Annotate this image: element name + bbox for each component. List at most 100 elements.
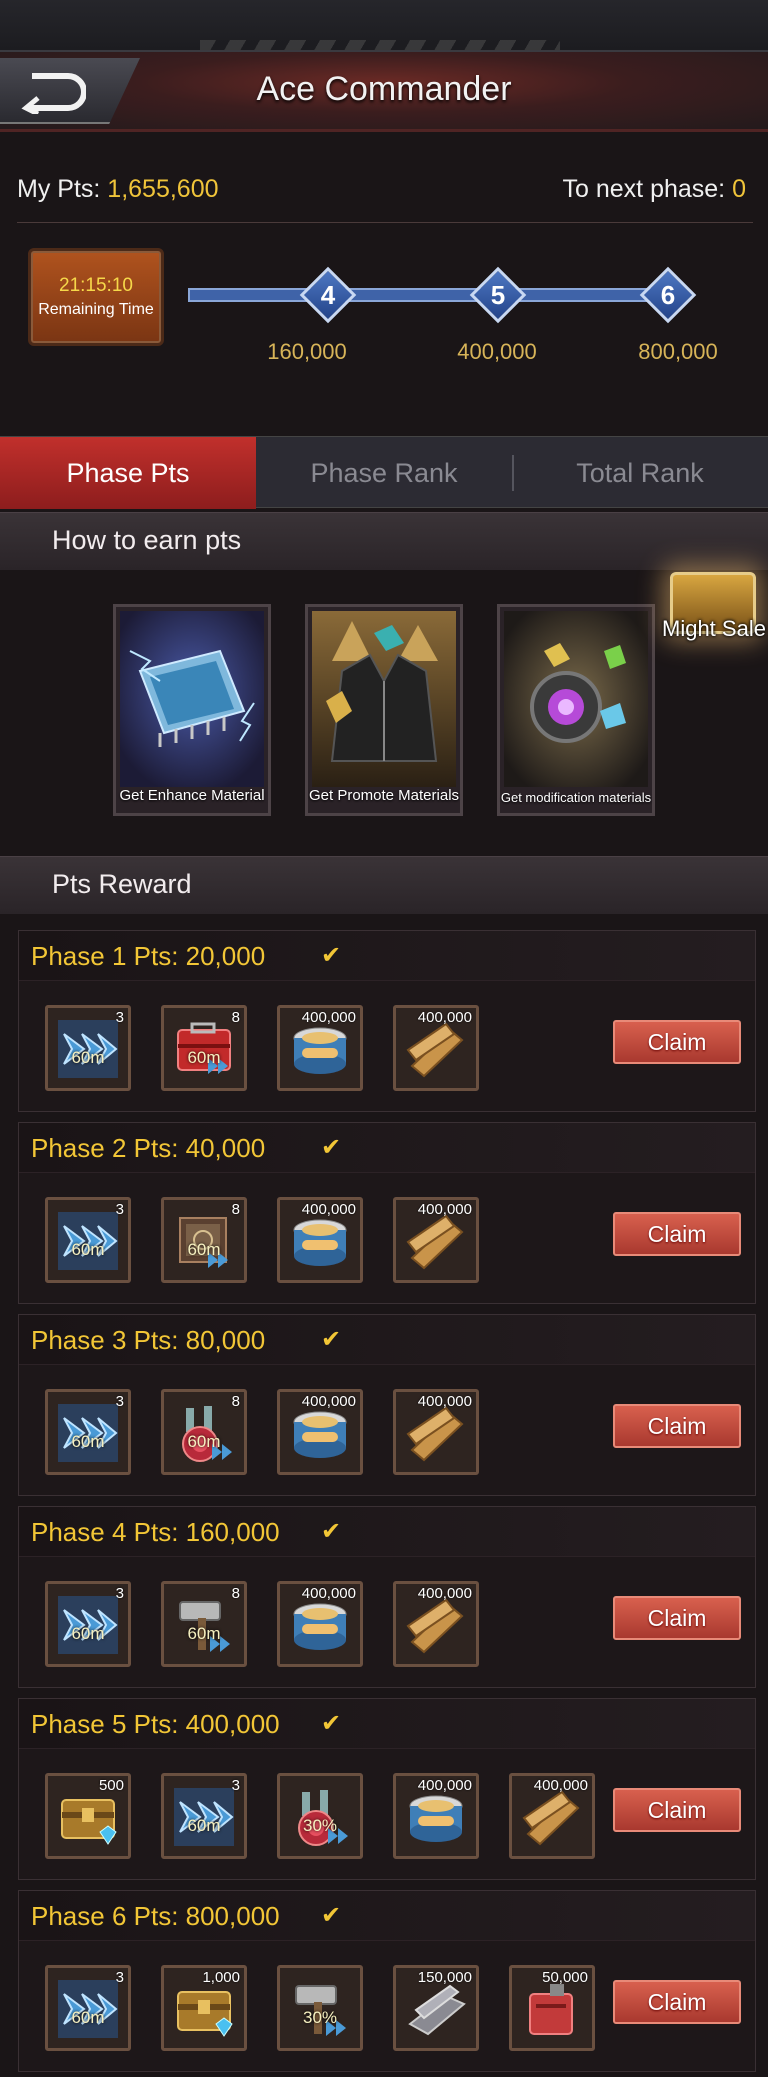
item-count: 8 [231, 1393, 240, 1410]
tab-total-rank[interactable]: Total Rank [512, 437, 768, 509]
reward-item[interactable]: 400,000 [393, 1581, 479, 1667]
reward-item[interactable]: 3 60m [45, 1965, 131, 2051]
item-duration: 60m [71, 2008, 105, 2027]
claim-button[interactable]: Claim [613, 1980, 741, 2024]
item-count: 400,000 [417, 1777, 472, 1794]
reward-item[interactable]: 30% [277, 1773, 363, 1859]
checkmark-icon: ✔ [321, 942, 342, 969]
reward-item[interactable]: 1,000 [161, 1965, 247, 2051]
earn-section-title: How to earn pts [52, 525, 242, 555]
earn-card-label: Get modification materials [500, 790, 652, 805]
divider [17, 222, 753, 223]
reward-item[interactable]: 8 60m [161, 1581, 247, 1667]
item-count: 3 [115, 1585, 124, 1602]
phase-node-value: 800,000 [638, 339, 718, 364]
my-points-label: My Pts: [17, 175, 101, 203]
checkmark-icon: ✔ [321, 1902, 342, 1929]
gem-chest-icon [177, 1991, 233, 2037]
phase-title: Phase 3 Pts: 80,000 [31, 1325, 266, 1355]
remaining-time-label: Remaining Time [38, 301, 154, 318]
reward-item[interactable]: 400,000 [393, 1005, 479, 1091]
item-count: 8 [231, 1009, 240, 1026]
claim-button[interactable]: Claim [613, 1020, 741, 1064]
earn-section-header: How to earn pts [0, 512, 768, 570]
reward-item[interactable]: 400,000 [277, 1389, 363, 1475]
rewards-section-header: Pts Reward [0, 856, 768, 914]
reward-item[interactable]: 3 60m [161, 1773, 247, 1859]
chip-icon [120, 611, 264, 787]
my-points-value: 1,655,600 [107, 175, 219, 203]
my-points: My Pts: 1,655,600 [17, 175, 219, 204]
reward-item[interactable]: 400,000 [393, 1197, 479, 1283]
phase-reward-card: Phase 3 Pts: 80,000 ✔ 3 60m 8 60m 400,000 400,0… [18, 1314, 756, 1496]
phase-title: Phase 5 Pts: 400,000 [31, 1709, 280, 1739]
earn-card-enhance[interactable]: Get Enhance Material [113, 604, 271, 816]
item-duration: 60m [187, 1432, 221, 1451]
item-count: 1,000 [202, 1969, 240, 1986]
food-can-icon [293, 1603, 347, 1650]
item-count: 400,000 [417, 1009, 472, 1026]
reward-item[interactable]: 30% [277, 1965, 363, 2051]
reward-item[interactable]: 400,000 [509, 1773, 595, 1859]
reward-item[interactable]: 500 [45, 1773, 131, 1859]
reward-item[interactable]: 50,000 [509, 1965, 595, 2051]
reward-item[interactable]: 3 60m [45, 1581, 131, 1667]
item-count: 400,000 [417, 1393, 472, 1410]
reward-item[interactable]: 3 60m [45, 1197, 131, 1283]
reward-item[interactable]: 400,000 [277, 1005, 363, 1091]
hazard-stripes [200, 40, 560, 50]
item-duration: 60m [187, 1816, 221, 1835]
item-duration: 30% [302, 1816, 338, 1835]
phase-header: Phase 3 Pts: 80,000 ✔ [19, 1315, 755, 1365]
item-count: 400,000 [301, 1201, 356, 1218]
reward-item[interactable]: 400,000 [393, 1389, 479, 1475]
reward-item[interactable]: 150,000 [393, 1965, 479, 2051]
phase-progress-bar [188, 288, 678, 302]
earn-card-promote[interactable]: Get Promote Materials [305, 604, 463, 816]
item-duration: 60m [187, 1048, 221, 1067]
phase-title: Phase 4 Pts: 160,000 [31, 1517, 280, 1547]
checkmark-icon: ✔ [321, 1710, 342, 1737]
claim-button[interactable]: Claim [613, 1404, 741, 1448]
item-count: 400,000 [301, 1393, 356, 1410]
item-count: 400,000 [417, 1585, 472, 1602]
jacket-icon [312, 611, 456, 787]
phase-node-value: 400,000 [457, 339, 537, 364]
claim-button[interactable]: Claim [613, 1788, 741, 1832]
phase-title: Phase 1 Pts: 20,000 [31, 941, 266, 971]
checkmark-icon: ✔ [321, 1518, 342, 1545]
reward-item[interactable]: 8 60m [161, 1005, 247, 1091]
item-duration: 60m [71, 1624, 105, 1643]
item-count: 150,000 [417, 1969, 472, 1986]
phase-node-number: 4 [320, 280, 336, 310]
item-duration: 60m [71, 1048, 105, 1067]
reward-item[interactable]: 3 60m [45, 1005, 131, 1091]
might-sale-label: Might Sale [662, 616, 766, 641]
reward-item[interactable]: 3 60m [45, 1389, 131, 1475]
checkmark-icon: ✔ [321, 1326, 342, 1353]
item-duration: 60m [71, 1432, 105, 1451]
reward-item[interactable]: 8 60m [161, 1197, 247, 1283]
reward-item[interactable]: 400,000 [393, 1773, 479, 1859]
food-can-icon [409, 1795, 463, 1842]
item-count: 400,000 [533, 1777, 588, 1794]
food-can-icon [293, 1027, 347, 1074]
next-phase-label: To next phase: [562, 175, 726, 203]
item-count: 400,000 [301, 1009, 356, 1026]
phase-header: Phase 6 Pts: 800,000 ✔ [19, 1891, 755, 1941]
tab-phase-rank[interactable]: Phase Rank [256, 437, 512, 509]
claim-button[interactable]: Claim [613, 1596, 741, 1640]
earn-card-label: Get Promote Materials [308, 787, 460, 804]
reward-item[interactable]: 8 60m [161, 1389, 247, 1475]
phase-header: Phase 2 Pts: 40,000 ✔ [19, 1123, 755, 1173]
reward-item[interactable]: 400,000 [277, 1581, 363, 1667]
earn-card-modification[interactable]: Get modification materials [497, 604, 655, 816]
phase-reward-card: Phase 1 Pts: 20,000 ✔ 3 60m 8 60m 400,000 400,0… [18, 930, 756, 1112]
next-phase-value: 0 [732, 175, 746, 203]
reward-item[interactable]: 400,000 [277, 1197, 363, 1283]
claim-button[interactable]: Claim [613, 1212, 741, 1256]
tab-phase-pts[interactable]: Phase Pts [0, 437, 256, 509]
item-count: 50,000 [542, 1969, 588, 1986]
might-sale-button[interactable]: Might Sale [660, 560, 768, 650]
wood-planks-icon [406, 1598, 464, 1654]
